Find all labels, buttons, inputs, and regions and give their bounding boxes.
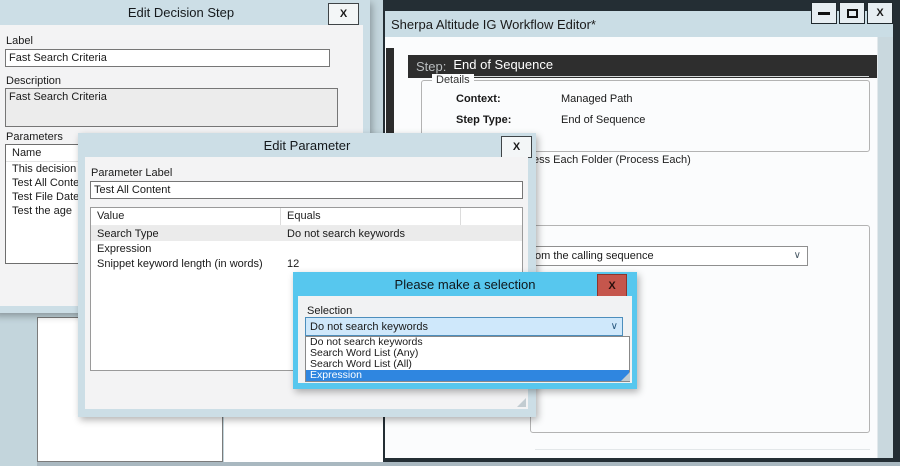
description-field-input[interactable]: Fast Search Criteria (5, 88, 338, 127)
right-panel-strip (877, 37, 893, 458)
screen: Sherpa Altitude IG Workflow Editor* X St… (0, 0, 900, 466)
minimize-button[interactable] (811, 2, 837, 24)
edit-parameter-close-button[interactable]: X (501, 136, 532, 158)
table-row[interactable]: Expression (91, 241, 522, 256)
parameter-label-label: Parameter Label (91, 167, 172, 179)
selection-combobox-value: Do not search keywords (310, 321, 428, 333)
status-divider (535, 449, 870, 450)
step-header-value: End of Sequence (453, 56, 869, 77)
close-button[interactable]: X (867, 2, 893, 24)
column-header-equals[interactable]: Equals (281, 208, 461, 225)
process-each-folder-label: ess Each Folder (Process Each) (533, 154, 691, 166)
selection-label: Selection (307, 305, 352, 317)
column-header-blank (461, 208, 522, 225)
selection-combobox[interactable]: Do not search keywords ∨ (305, 317, 623, 336)
step-type-value: End of Sequence (561, 114, 645, 126)
column-header-value[interactable]: Value (91, 208, 281, 225)
context-value: Managed Path (561, 93, 633, 105)
step-header-bar: Step: End of Sequence (408, 55, 877, 78)
edit-decision-step-close-button[interactable]: X (328, 3, 359, 25)
maximize-button[interactable] (839, 2, 865, 24)
resize-grip-icon[interactable] (517, 398, 526, 407)
cell-value: Search Type (91, 228, 281, 240)
chevron-down-icon: ∨ (794, 251, 801, 261)
maximize-icon (847, 9, 858, 18)
dropdown-option[interactable]: Search Word List (Any) (306, 348, 629, 359)
window-title: Sherpa Altitude IG Workflow Editor* (391, 17, 596, 32)
table-row[interactable]: Snippet keyword length (in words) 12 (91, 256, 522, 271)
window-controls: X (811, 2, 893, 24)
sequence-combobox[interactable]: om the calling sequence ∨ (528, 246, 808, 266)
cell-value: Snippet keyword length (in words) (91, 258, 281, 270)
sequence-combobox-value: om the calling sequence (535, 250, 654, 262)
table-header-row: Value Equals (91, 208, 522, 226)
dropdown-option[interactable]: Search Word List (All) (306, 359, 629, 370)
edit-parameter-titlebar[interactable]: Edit Parameter (78, 133, 536, 158)
details-groupbox-label: Details (432, 74, 474, 86)
dropdown-option-highlighted[interactable]: Expression (306, 370, 629, 381)
close-icon: X (340, 8, 347, 20)
selection-dialog-close-button[interactable]: X (597, 274, 627, 297)
close-icon: X (513, 141, 520, 153)
selection-dropdown-list: Do not search keywords Search Word List … (305, 336, 630, 382)
table-row[interactable]: Search Type Do not search keywords (91, 226, 522, 241)
label-field-input[interactable]: Fast Search Criteria (5, 49, 330, 67)
cell-equals: Do not search keywords (281, 228, 461, 240)
minimize-icon (818, 12, 830, 15)
close-icon: X (608, 280, 615, 292)
dropdown-option[interactable]: Do not search keywords (306, 337, 629, 348)
bottom-shadow-strip (37, 462, 900, 466)
parameters-label: Parameters (6, 131, 63, 143)
edit-decision-step-titlebar[interactable]: Edit Decision Step (0, 0, 370, 25)
step-type-label: Step Type: (456, 114, 511, 126)
parameter-label-input[interactable]: Test All Content (90, 181, 523, 199)
selection-dialog-body: Selection Do not search keywords ∨ Do no… (298, 296, 632, 383)
description-field-label: Description (6, 75, 61, 87)
selection-dialog: Please make a selection X Selection Do n… (293, 272, 637, 389)
chevron-down-icon: ∨ (611, 322, 618, 332)
close-icon: X (876, 7, 883, 19)
resize-grip-icon[interactable] (621, 372, 630, 381)
cell-value: Expression (91, 243, 281, 255)
cell-equals: 12 (281, 258, 461, 270)
step-header-label: Step: (416, 59, 446, 74)
selection-dialog-titlebar[interactable]: Please make a selection (293, 272, 637, 297)
label-field-label: Label (6, 35, 33, 47)
context-label: Context: (456, 93, 501, 105)
